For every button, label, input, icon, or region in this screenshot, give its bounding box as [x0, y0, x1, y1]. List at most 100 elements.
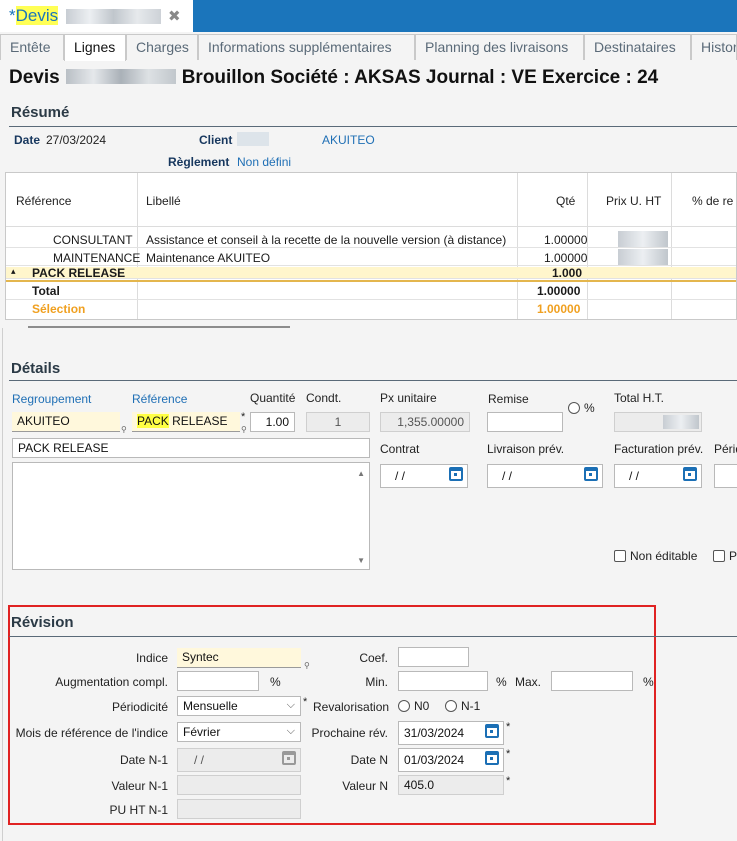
condt-input[interactable]: 1 — [306, 412, 370, 432]
table-row[interactable]: CONSULTANT Assistance et conseil à la re… — [6, 231, 736, 248]
reglement-value[interactable]: Non défini — [237, 155, 291, 169]
livraison-label: Livraison prév. — [487, 442, 565, 456]
periodicite-label: Périodicité — [111, 700, 168, 714]
revision-title: Révision — [11, 614, 74, 631]
n1-radio[interactable] — [445, 700, 457, 712]
lookup-icon[interactable]: ⚲ — [121, 425, 127, 434]
valeur-n-label: Valeur N — [342, 779, 388, 793]
periodicite-select[interactable]: Mensuelle ⌵ — [177, 696, 301, 716]
horizontal-scrollbar[interactable] — [28, 326, 290, 328]
table-row[interactable]: MAINTENANCE Maintenance AKUITEO 1.00000 — [6, 249, 736, 266]
condt-label: Condt. — [306, 391, 342, 405]
non-editable-checkbox[interactable] — [614, 550, 626, 562]
pu-ht-n1-label: PU HT N-1 — [109, 803, 168, 817]
total-ht-label: Total H.T. — [614, 391, 665, 405]
tab-lignes[interactable]: Lignes — [64, 34, 126, 61]
valeur-n1-label: Valeur N-1 — [111, 779, 168, 793]
reference-input[interactable]: PACK RELEASE — [132, 412, 240, 432]
indice-label: Indice — [135, 651, 168, 665]
col-prix[interactable]: Prix U. HT — [606, 194, 661, 208]
min-input[interactable] — [398, 671, 488, 691]
pct-label: % — [584, 401, 595, 415]
contrat-date-input[interactable]: / / — [380, 464, 468, 488]
calendar-icon[interactable] — [584, 467, 598, 481]
n0-label: N0 — [414, 699, 430, 713]
col-remise[interactable]: % de re — [692, 194, 733, 208]
tab-destinataires[interactable]: Destinataires — [584, 34, 691, 60]
col-qte[interactable]: Qté — [556, 194, 575, 208]
required-marker: * — [506, 775, 511, 787]
col-libelle[interactable]: Libellé — [146, 194, 181, 208]
page-title: Devis Brouillon Société : AKSAS Journal :… — [9, 67, 659, 88]
pu-ht-n1-input — [177, 799, 301, 819]
mois-reference-select[interactable]: Février ⌵ — [177, 722, 301, 742]
indice-input[interactable]: Syntec — [177, 648, 301, 668]
periode-input[interactable] — [714, 464, 737, 488]
table-row[interactable]: ▴ PACK RELEASE 1.000 — [6, 267, 736, 279]
details-divider — [9, 380, 737, 381]
document-tab[interactable]: *Devis ✖ — [0, 0, 193, 32]
grid-header: Référence Libellé Qté Prix U. HT % de re — [6, 173, 736, 227]
description-textarea[interactable]: ▲ ▼ — [12, 462, 370, 570]
date-n-input[interactable]: 01/03/2024 — [398, 748, 504, 772]
redacted-number — [66, 9, 161, 24]
collapse-icon[interactable]: ▴ — [11, 267, 16, 277]
n0-radio[interactable] — [398, 700, 410, 712]
max-label: Max. — [515, 675, 542, 689]
p-checkbox[interactable] — [713, 550, 725, 562]
max-input[interactable] — [551, 671, 633, 691]
min-label: Min. — [365, 675, 388, 689]
calendar-icon[interactable] — [485, 724, 499, 738]
facturation-date-input[interactable]: / / — [614, 464, 702, 488]
valeur-n-input: 405.0 — [398, 775, 504, 795]
remise-input[interactable] — [487, 412, 563, 432]
quantite-input[interactable]: 1.00 — [250, 412, 295, 432]
libelle-input[interactable]: PACK RELEASE — [12, 438, 370, 458]
tab-strip: Entête Lignes Charges Informations suppl… — [0, 34, 737, 61]
augmentation-label: Augmentation compl. — [55, 675, 168, 689]
selection-row: Sélection 1.00000 — [6, 300, 736, 319]
periode-label: Périd — [714, 442, 737, 456]
lookup-icon[interactable]: ⚲ — [241, 425, 247, 434]
revision-divider — [9, 636, 737, 637]
prochaine-revision-input[interactable]: 31/03/2024 — [398, 721, 504, 745]
calendar-icon[interactable] — [683, 467, 697, 481]
facturation-label: Facturation prév. — [614, 442, 704, 456]
required-marker: * — [241, 411, 246, 423]
coef-input[interactable] — [398, 647, 469, 667]
redacted-total — [663, 415, 699, 429]
tab-entete[interactable]: Entête — [0, 34, 64, 60]
calendar-icon[interactable] — [449, 467, 463, 481]
tab-planning[interactable]: Planning des livraisons — [415, 34, 584, 60]
lookup-icon[interactable]: ⚲ — [304, 661, 310, 670]
quantite-label: Quantité — [250, 391, 296, 405]
n1-label: N-1 — [461, 699, 481, 713]
scroll-down-icon[interactable]: ▼ — [357, 556, 365, 565]
client-name[interactable]: AKUITEO — [322, 133, 375, 147]
calendar-icon[interactable] — [485, 751, 499, 765]
prochaine-revision-label: Prochaine rév. — [311, 726, 388, 740]
close-icon[interactable]: ✖ — [168, 7, 181, 25]
mois-reference-label: Mois de référence de l'indice — [15, 726, 168, 740]
augmentation-input[interactable] — [177, 671, 259, 691]
coef-label: Coef. — [359, 651, 388, 665]
redacted-price — [618, 249, 668, 265]
tab-informations[interactable]: Informations supplémentaires — [198, 34, 415, 60]
livraison-date-input[interactable]: / / — [487, 464, 603, 488]
tab-historique[interactable]: Histor — [691, 34, 737, 60]
lines-grid[interactable]: Référence Libellé Qté Prix U. HT % de re… — [5, 172, 737, 320]
date-label: Date — [14, 133, 41, 147]
redacted-number — [65, 69, 176, 84]
p-label: P — [729, 549, 737, 563]
remise-pct-radio[interactable] — [568, 402, 580, 414]
redacted-client-code — [237, 132, 269, 146]
resume-divider — [9, 126, 737, 127]
col-reference[interactable]: Référence — [16, 194, 71, 208]
scroll-up-icon[interactable]: ▲ — [357, 469, 365, 478]
total-ht-input — [614, 412, 702, 432]
regroupement-input[interactable]: AKUITEO — [12, 412, 120, 432]
remise-label: Remise — [488, 392, 529, 406]
tab-charges[interactable]: Charges — [126, 34, 198, 60]
contrat-label: Contrat — [380, 442, 420, 456]
details-title: Détails — [11, 360, 61, 377]
